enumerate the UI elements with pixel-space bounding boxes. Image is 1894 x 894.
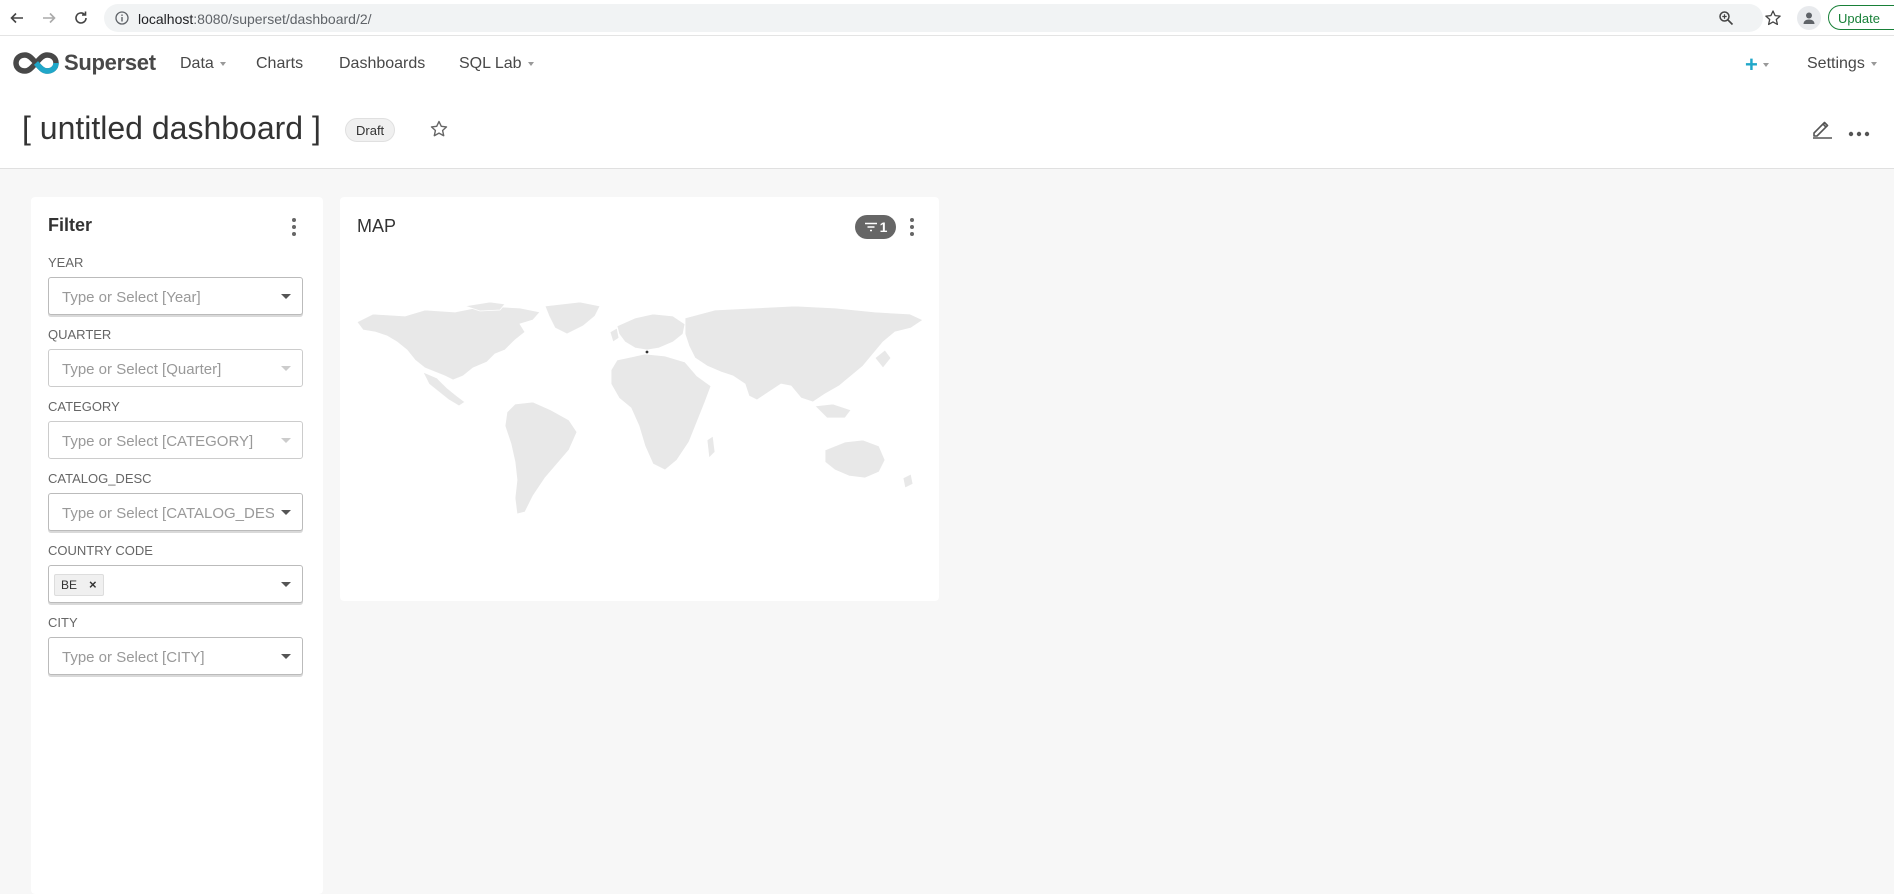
caret-down-icon <box>281 654 291 659</box>
nav-item-label: Charts <box>256 55 304 72</box>
nav-item-label: Dashboards <box>339 55 426 72</box>
filter-label-country-code: COUNTRY CODE <box>48 543 153 558</box>
more-horizontal-icon[interactable] <box>1848 124 1870 142</box>
tag-label: BE <box>61 578 78 592</box>
url-text: localhost:8080/superset/dashboard/2/ <box>138 11 372 27</box>
plus-icon: + <box>1745 52 1758 77</box>
more-vertical-icon[interactable] <box>909 217 915 242</box>
caret-down-icon <box>1870 62 1877 66</box>
status-badge[interactable]: Draft <box>345 118 396 142</box>
filter-label-quarter: QUARTER <box>48 327 112 342</box>
world-map[interactable] <box>355 302 925 522</box>
filter-count: 1 <box>879 219 888 235</box>
map-chart: MAP 1 <box>340 197 939 601</box>
selected-tag: BE × <box>54 574 104 596</box>
dashboard-header: [ untitled dashboard ] Draft <box>0 92 1894 169</box>
back-arrow-icon[interactable] <box>6 7 28 29</box>
superset-logo-icon <box>13 52 59 74</box>
address-bar[interactable]: localhost:8080/superset/dashboard/2/ <box>104 4 1781 32</box>
nav-item-label: SQL Lab <box>459 55 522 72</box>
site-info-icon[interactable] <box>114 10 130 31</box>
applied-filters-badge[interactable]: 1 <box>855 215 896 239</box>
forward-arrow-icon[interactable] <box>38 7 60 29</box>
more-vertical-icon[interactable] <box>291 217 297 242</box>
update-button[interactable]: Update <box>1828 5 1894 30</box>
brand-name: Superset <box>64 50 156 75</box>
zoom-icon[interactable] <box>1718 10 1734 31</box>
filter-label-year: YEAR <box>48 255 84 270</box>
select-placeholder: Type or Select [Year] <box>62 289 201 306</box>
settings-menu[interactable]: Settings <box>1807 55 1877 73</box>
settings-label: Settings <box>1807 55 1865 72</box>
caret-down-icon <box>1762 63 1769 67</box>
country-code-select[interactable]: BE × <box>48 565 303 603</box>
superset-logo[interactable]: Superset <box>13 50 156 76</box>
select-placeholder: Type or Select [CITY] <box>62 649 205 666</box>
be-marker <box>645 350 649 354</box>
category-select[interactable]: Type or Select [CATEGORY] <box>48 421 303 459</box>
select-placeholder: Type or Select [CATALOG_DESC] <box>62 505 274 522</box>
new-item-menu[interactable]: + <box>1745 52 1769 78</box>
caret-down-icon <box>527 62 534 66</box>
caret-down-icon <box>281 294 291 299</box>
profile-avatar-icon[interactable] <box>1797 6 1821 30</box>
nav-item-data[interactable]: Data <box>180 55 226 73</box>
filter-label-catalog-desc: CATALOG_DESC <box>48 471 152 486</box>
nav-item-label: Data <box>180 55 214 72</box>
close-icon[interactable]: × <box>89 578 97 591</box>
nav-item-charts[interactable]: Charts <box>256 55 303 73</box>
favorite-star-icon[interactable] <box>429 119 449 144</box>
filter-icon <box>864 222 877 232</box>
city-select[interactable]: Type or Select [CITY] <box>48 637 303 675</box>
caret-down-icon <box>219 62 226 66</box>
filter-label-city: CITY <box>48 615 78 630</box>
filter-label-category: CATEGORY <box>48 399 120 414</box>
caret-down-icon <box>281 582 291 587</box>
dashboard-title[interactable]: [ untitled dashboard ] <box>22 110 321 147</box>
reload-icon[interactable] <box>70 7 92 29</box>
browser-toolbar: localhost:8080/superset/dashboard/2/ Upd… <box>0 0 1894 36</box>
nav-item-dashboards[interactable]: Dashboards <box>339 55 425 73</box>
country-shapes <box>356 302 924 515</box>
catalog-desc-select[interactable]: Type or Select [CATALOG_DESC] <box>48 493 303 531</box>
caret-down-icon <box>281 510 291 515</box>
select-placeholder: Type or Select [Quarter] <box>62 361 222 378</box>
select-placeholder: Type or Select [CATEGORY] <box>62 433 254 450</box>
filter-box: Filter YEAR Type or Select [Year] QUARTE… <box>31 197 323 894</box>
year-select[interactable]: Type or Select [Year] <box>48 277 303 315</box>
filter-title: Filter <box>48 215 93 235</box>
app-navbar: Superset Data Charts Dashboards SQL Lab … <box>0 36 1894 92</box>
caret-down-icon <box>281 366 291 371</box>
nav-item-sql-lab[interactable]: SQL Lab <box>459 55 534 73</box>
chart-title: MAP <box>357 216 397 236</box>
quarter-select[interactable]: Type or Select [Quarter] <box>48 349 303 387</box>
bookmark-star-icon[interactable] <box>1764 9 1782 32</box>
edit-pencil-icon[interactable] <box>1810 116 1834 145</box>
caret-down-icon <box>281 438 291 443</box>
